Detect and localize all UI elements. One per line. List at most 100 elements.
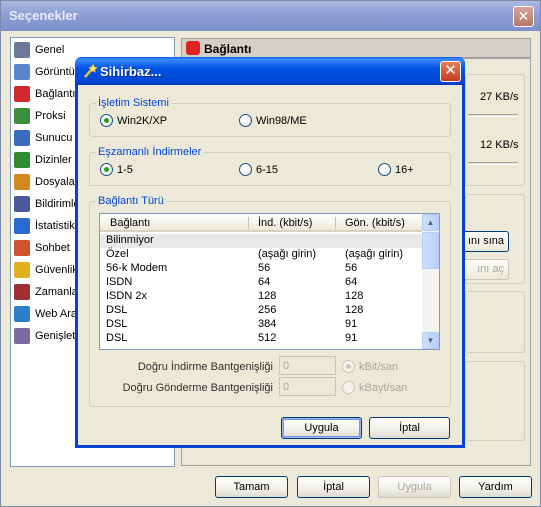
radio-kbyte[interactable] <box>342 381 355 394</box>
gear-icon <box>14 42 30 58</box>
options-window-title: Seçenekler <box>9 8 78 23</box>
unit-option-kbit-label: kBit/san <box>359 360 399 373</box>
calendar-icon <box>14 284 30 300</box>
os-option-win98[interactable]: Win98/ME <box>239 114 307 127</box>
table-row[interactable]: ISDN 2x 128 128 <box>100 290 423 304</box>
apply-button[interactable]: Uygula <box>378 476 451 498</box>
panel-title: Bağlantı <box>204 42 252 56</box>
cell-name: ISDN 2x <box>106 290 147 302</box>
wizard-title: Sihirbaz... <box>100 64 162 79</box>
cell-up: 91 <box>345 318 358 330</box>
scroll-down-button[interactable]: ▼ <box>422 332 439 349</box>
downloads-option-6-15[interactable]: 6-15 <box>239 163 278 176</box>
cell-down: 128 <box>258 290 277 302</box>
wizard-close-button[interactable]: ✕ <box>440 61 461 82</box>
table-row[interactable]: 56-k Modem 56 56 <box>100 262 423 276</box>
os-group: İşletim Sistemi Win2K/XP Win98/ME <box>89 97 451 137</box>
os-option-win98-label: Win98/ME <box>256 114 307 127</box>
list-vertical-scrollbar[interactable]: ▲ ▼ <box>422 214 439 349</box>
plug-icon <box>14 86 30 102</box>
downloads-option-1-5[interactable]: 1-5 <box>100 163 133 176</box>
lock-icon <box>14 262 30 278</box>
nav-item-label: Genel <box>35 44 65 56</box>
table-row[interactable]: DSL 256 128 <box>100 304 423 318</box>
table-row[interactable]: DSL 384 91 <box>100 318 423 332</box>
ok-button[interactable]: Tamam <box>215 476 288 498</box>
nav-item-label: Proksi <box>35 110 66 122</box>
chat-icon <box>14 240 30 256</box>
column-header-connection[interactable]: Bağlantı <box>110 217 150 229</box>
extensions-icon <box>14 328 30 344</box>
chevron-down-icon: ▼ <box>426 336 435 345</box>
cell-name: DSL <box>106 318 128 330</box>
cell-name: DSL <box>106 332 128 344</box>
cell-name: Özel <box>106 248 129 260</box>
wizard-apply-button[interactable]: Uygula <box>281 417 362 439</box>
downloads-option-16-plus[interactable]: 16+ <box>378 163 414 176</box>
nav-item-label: Bağlantı <box>35 88 76 100</box>
wizard-body: İşletim Sistemi Win2K/XP Win98/ME Eşzama… <box>78 85 462 445</box>
column-header-download[interactable]: İnd. (kbit/s) <box>258 217 312 229</box>
connection-type-title: Bağlantı Türü <box>96 195 166 207</box>
column-header-upload[interactable]: Gön. (kbit/s) <box>345 217 405 229</box>
options-close-button[interactable]: ✕ <box>513 6 534 27</box>
download-bandwidth-label: Doğru İndirme Bantgenişliği <box>137 361 273 373</box>
os-option-win2k[interactable]: Win2K/XP <box>100 114 167 127</box>
column-separator[interactable] <box>248 217 249 229</box>
os-group-title: İşletim Sistemi <box>96 97 171 109</box>
wizard-title-bar[interactable]: Sihirbaz... ✕ <box>75 57 465 85</box>
radio-16-plus[interactable] <box>378 163 391 176</box>
nav-item-label: Dosyalar <box>35 176 79 188</box>
scroll-up-button[interactable]: ▲ <box>422 214 439 231</box>
nav-item-label: Dizinler <box>35 154 72 166</box>
radio-kbit[interactable] <box>342 360 355 373</box>
cell-up: 128 <box>345 290 364 302</box>
concurrent-downloads-title: Eşzamanlı İndirmeler <box>96 146 204 158</box>
download-bandwidth-input[interactable] <box>279 356 336 375</box>
unit-option-kbit[interactable]: kBit/san <box>342 360 398 373</box>
table-row[interactable]: Özel (aşağı girin) (aşağı girin) <box>100 248 423 262</box>
test-port-button-label: ını sına <box>467 235 504 247</box>
nav-item-label: Web Ara <box>35 308 77 320</box>
unit-option-kbyte[interactable]: kBayt/san <box>342 381 407 394</box>
plug-icon <box>186 41 200 55</box>
downloads-option-16-plus-label: 16+ <box>395 163 414 176</box>
wizard-dialog: Sihirbaz... ✕ İşletim Sistemi Win2K/XP W… <box>75 57 465 448</box>
proxy-icon <box>14 108 30 124</box>
cell-up: 64 <box>345 276 358 288</box>
nav-item-label: Güvenlik <box>35 264 78 276</box>
wizard-wand-icon <box>84 63 98 78</box>
cell-down: (aşağı girin) <box>258 248 317 260</box>
table-row[interactable]: ISDN 64 64 <box>100 276 423 290</box>
cell-name: DSL <box>106 304 128 316</box>
statistics-icon <box>14 218 30 234</box>
wizard-cancel-button[interactable]: İptal <box>369 417 450 439</box>
nav-item-label: Sunucu <box>35 132 73 144</box>
radio-win2k[interactable] <box>100 114 113 127</box>
nav-item-label: Genişlet <box>35 330 76 342</box>
files-icon <box>14 174 30 190</box>
table-row[interactable]: DSL 512 91 <box>100 332 423 346</box>
column-separator[interactable] <box>335 217 336 229</box>
globe-icon <box>14 306 30 322</box>
options-title-bar[interactable]: Seçenekler ✕ <box>1 1 540 31</box>
cell-up: (aşağı girin) <box>345 248 404 260</box>
help-button[interactable]: Yardım <box>459 476 532 498</box>
cancel-button[interactable]: İptal <box>297 476 370 498</box>
radio-1-5[interactable] <box>100 163 113 176</box>
chevron-up-icon: ▲ <box>426 218 435 227</box>
monitor-icon <box>14 64 30 80</box>
connection-type-list[interactable]: Bağlantı İnd. (kbit/s) Gön. (kbit/s) Bil… <box>99 213 440 350</box>
cell-name: 56-k Modem <box>106 262 168 274</box>
upload-speed-slider[interactable] <box>468 162 518 165</box>
scroll-thumb[interactable] <box>422 232 439 269</box>
radio-6-15[interactable] <box>239 163 252 176</box>
download-speed-slider[interactable] <box>468 114 518 117</box>
table-row[interactable]: Bilinmiyor <box>100 234 423 248</box>
settings-box-4 <box>465 361 525 441</box>
cell-down: 56 <box>258 262 271 274</box>
upload-bandwidth-input[interactable] <box>279 377 336 396</box>
cell-down: 512 <box>258 332 277 344</box>
radio-win98[interactable] <box>239 114 252 127</box>
downloads-option-1-5-label: 1-5 <box>117 163 133 176</box>
